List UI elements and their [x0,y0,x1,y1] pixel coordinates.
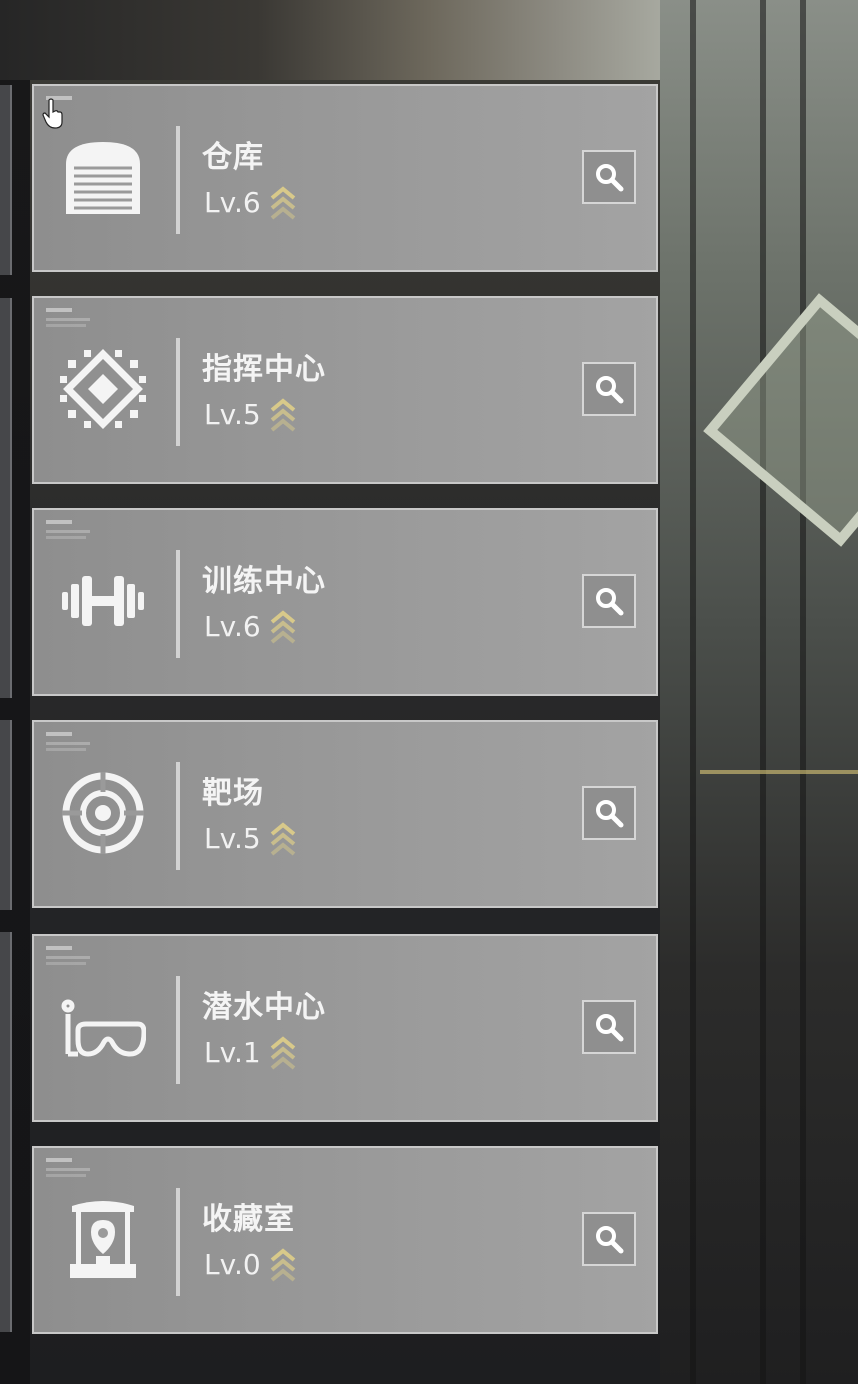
facility-name: 靶场 [202,776,264,811]
card-divider [176,976,180,1084]
search-icon [596,588,624,616]
facility-level: Lv.6 [204,610,261,643]
diving-mask-icon [60,984,147,1070]
card-tag-line [46,536,86,539]
upgrade-chevron-icon [270,1248,296,1282]
dumbbell-icon [60,558,146,644]
card-divider [176,762,180,870]
upgrade-chevron-icon [270,398,296,432]
facility-level: Lv.6 [204,186,261,219]
card-tag-line [46,962,86,965]
facility-card-collection-room[interactable]: 收藏室 Lv.0 [32,1146,658,1334]
card-tag-line [46,956,90,959]
facility-level: Lv.1 [204,1036,261,1069]
card-tag-line [46,1168,90,1171]
card-tag [46,732,72,736]
scaffold-pole [800,0,806,1384]
left-edge-strip [0,720,12,910]
chip-icon [60,346,146,432]
upgrade-chevron-icon [270,822,296,856]
facility-card-command-center[interactable]: 指挥中心 Lv.5 [32,296,658,484]
card-tag-line [46,324,86,327]
inspect-button[interactable] [582,574,636,628]
facility-level: Lv.5 [204,398,261,431]
search-icon [596,1226,624,1254]
facility-name: 指挥中心 [202,352,326,387]
card-tag-line [46,748,86,751]
inspect-button[interactable] [582,1212,636,1266]
facility-card-training-center[interactable]: 训练中心 Lv.6 [32,508,658,696]
inspect-button[interactable] [582,150,636,204]
target-icon [60,770,146,856]
facility-card-shooting-range[interactable]: 靶场 Lv.5 [32,720,658,908]
inspect-button[interactable] [582,786,636,840]
facility-card-diving-center[interactable]: 潜水中心 Lv.1 [32,934,658,1122]
upgrade-chevron-icon [270,1036,296,1070]
card-tag-line [46,742,90,745]
left-edge-strip [0,85,12,275]
display-case-icon [60,1196,146,1282]
card-tag [46,308,72,312]
upgrade-chevron-icon [270,610,296,644]
card-tag-line [46,318,90,321]
search-icon [596,1014,624,1042]
card-tag [46,946,72,950]
facility-name: 收藏室 [202,1202,295,1237]
scaffold-pole [690,0,696,1384]
scaffold-pole [760,0,766,1384]
hand-cursor-icon [42,98,63,129]
card-divider [176,126,180,234]
card-divider [176,550,180,658]
facility-card-warehouse[interactable]: 仓库 Lv.6 [32,84,658,272]
card-divider [176,338,180,446]
search-icon [596,376,624,404]
left-edge-strip [0,298,12,698]
warehouse-icon [60,134,146,220]
inspect-button[interactable] [582,1000,636,1054]
facility-name: 仓库 [202,140,264,175]
facility-level: Lv.0 [204,1248,261,1281]
card-tag [46,1158,72,1162]
search-icon [596,164,624,192]
scaffold-rail [700,770,858,774]
card-tag [46,520,72,524]
search-icon [596,800,624,828]
facility-level: Lv.5 [204,822,261,855]
left-edge-strip [0,932,12,1332]
facility-name: 训练中心 [202,564,326,599]
card-divider [176,1188,180,1296]
inspect-button[interactable] [582,362,636,416]
facility-name: 潜水中心 [202,990,326,1025]
card-tag-line [46,530,90,533]
upgrade-chevron-icon [270,186,296,220]
card-tag-line [46,1174,86,1177]
